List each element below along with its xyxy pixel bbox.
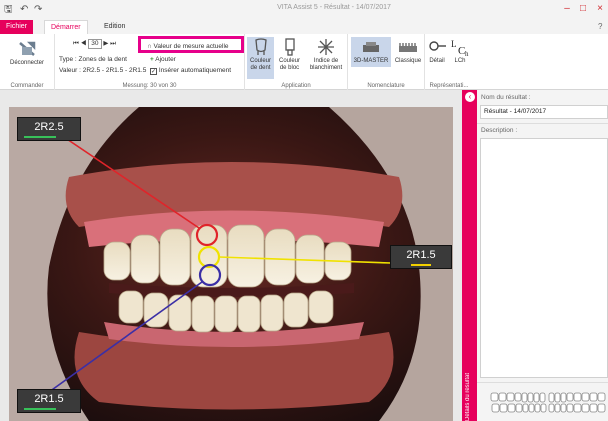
match-bar (24, 136, 56, 138)
valeur-row: Valeur : 2R2.5 - 2R1.5 - 2R1.5 (59, 66, 146, 75)
result-name-label: Nom du résultat : (481, 94, 531, 101)
description-textarea[interactable] (480, 138, 608, 378)
whitening-index-label: Indice de blanchiment (309, 58, 343, 71)
magnifier-icon (429, 41, 446, 51)
group-label-representation: Représentati... (429, 83, 469, 89)
detail-label: Détail (429, 58, 445, 64)
group-commander: Déconnecter Commander (0, 34, 55, 90)
group-measurement: ⏮ ◀ 30 ▶ ⏭ Type : Zones de la dent Valeu… (55, 34, 245, 90)
ribbon-tabs: Fichier Démarrer Edition ? (0, 20, 608, 35)
dental-photo: 2R2.5 2R1.5 2R1.5 (9, 107, 453, 421)
type-row: Type : Zones de la dent (59, 55, 127, 64)
lch-button[interactable]: L C h LCh (449, 37, 471, 65)
group-label-measurement: Messung: 30 von 30 (122, 83, 177, 89)
disconnect-button[interactable]: Déconnecter (2, 39, 52, 67)
detail-button[interactable]: Détail (426, 37, 448, 65)
svg-text:h: h (465, 50, 469, 57)
add-label: Ajouter (155, 56, 176, 63)
image-viewer: 2R2.5 2R1.5 2R1.5 (0, 90, 462, 421)
add-button[interactable]: + Ajouter (150, 55, 176, 64)
checkmark-icon: ✓ (150, 68, 157, 75)
type-value: Zones de la dent (78, 56, 127, 63)
group-label-application: Application (281, 83, 311, 89)
shade-label-top-left[interactable]: 2R2.5 (17, 117, 81, 141)
block-color-label: Couleur de bloc (278, 58, 300, 71)
lch-icon: L C h (451, 39, 469, 57)
group-application: Couleur de dent Couleur de bloc Indice d… (245, 34, 348, 90)
valeur-label: Valeur : (59, 67, 81, 74)
shade-label-bottom-left[interactable]: 2R1.5 (17, 389, 81, 413)
next-icon[interactable]: ▶ (103, 40, 108, 47)
block-icon (284, 38, 295, 56)
match-bar (24, 408, 56, 410)
divider (477, 123, 608, 124)
mouth-image (9, 107, 453, 421)
tab-start[interactable]: Démarrer (44, 20, 88, 35)
whitening-index-button[interactable]: Indice de blanchiment (305, 37, 347, 72)
result-details-panel: Nom du résultat : Résultat - 14/07/2017 … (477, 90, 608, 421)
title-bar: 🖫 ↶ ↷ VITA Assist 5 - Résultat - 14/07/2… (0, 0, 608, 20)
match-bar (411, 264, 431, 266)
divider (477, 382, 608, 383)
tooth-icon (254, 38, 267, 55)
tooth-color-label: Couleur de dent (249, 58, 271, 71)
app-window: 🖫 ↶ ↷ VITA Assist 5 - Résultat - 14/07/2… (0, 0, 608, 421)
shade-guide-icon (363, 42, 379, 52)
3d-master-button[interactable]: 3D-MASTER (351, 37, 391, 67)
panel-strip (462, 90, 477, 421)
valeur-value: 2R2.5 - 2R1.5 - 2R1.5 (82, 67, 147, 74)
last-icon[interactable]: ⏭ (110, 40, 116, 47)
description-label: Description : (481, 127, 518, 134)
tooth-color-button[interactable]: Couleur de dent (247, 37, 274, 79)
svg-text:L: L (451, 39, 457, 49)
auto-insert-checkbox[interactable]: ✓ Insérer automatiquement (150, 66, 231, 75)
shade-label-right[interactable]: 2R1.5 (390, 245, 452, 269)
measurement-number-field[interactable]: 30 (88, 39, 102, 49)
disconnect-label: Déconnecter (9, 60, 45, 66)
group-representation: Détail L C h LCh Représentati... (425, 34, 473, 90)
classic-button[interactable]: Classique (392, 37, 424, 65)
group-label-commander: Commander (10, 83, 44, 89)
maximize-button[interactable]: □ (576, 2, 590, 16)
shade-value: 2R2.5 (34, 121, 64, 133)
sparkle-icon (318, 39, 334, 55)
group-label-nomenclature: Nomenclature (367, 83, 405, 89)
shade-value: 2R1.5 (406, 249, 436, 261)
dental-chart-icon[interactable] (489, 390, 607, 416)
collapse-panel-icon[interactable]: ‹ (465, 92, 475, 102)
result-name-input[interactable]: Résultat - 14/07/2017 (480, 105, 608, 119)
lch-label: LCh (454, 58, 466, 64)
first-icon[interactable]: ⏮ (73, 40, 79, 47)
window-title: VITA Assist 5 - Résultat - 14/07/2017 (277, 4, 391, 11)
highlight-frame (138, 36, 244, 53)
disconnect-icon (19, 41, 36, 56)
plus-icon: + (150, 56, 154, 63)
ribbon: Déconnecter Commander ⏮ ◀ 30 ▶ ⏭ Type : … (0, 34, 608, 90)
panel-vertical-title: Détails du résultat (465, 372, 471, 421)
measurement-navigator: ⏮ ◀ 30 ▶ ⏭ (73, 39, 116, 49)
block-color-button[interactable]: Couleur de bloc (276, 37, 303, 72)
shade-value: 2R1.5 (34, 393, 64, 405)
tab-file[interactable]: Fichier (0, 20, 33, 34)
prev-icon[interactable]: ◀ (81, 40, 87, 47)
classic-guide-icon (399, 43, 417, 52)
group-nomenclature: 3D-MASTER Classique Nomenclature (348, 34, 425, 90)
auto-insert-label: Insérer automatiquement (158, 67, 232, 74)
tab-edit[interactable]: Edition (98, 20, 131, 34)
help-icon[interactable]: ? (598, 22, 602, 31)
classic-label: Classique (394, 58, 422, 64)
minimize-button[interactable]: – (560, 2, 574, 16)
3d-master-label: 3D-MASTER (353, 58, 389, 64)
type-label: Type : (59, 56, 77, 63)
close-button[interactable]: × (593, 2, 607, 16)
